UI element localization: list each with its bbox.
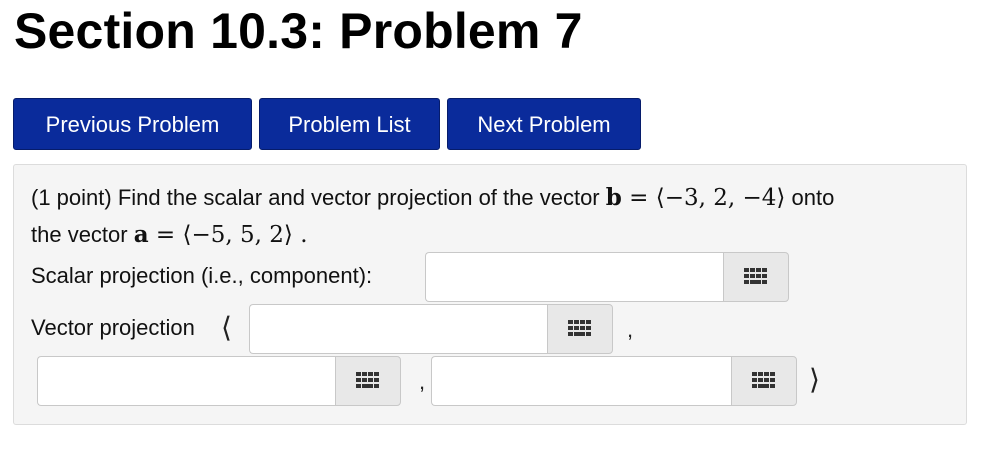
problem-onto: onto bbox=[785, 185, 835, 210]
problem-line2-prefix: the vector bbox=[31, 222, 134, 247]
page-title: Section 10.3: Problem 7 bbox=[14, 3, 583, 59]
comma-separator: , bbox=[627, 317, 634, 342]
comma-separator: , bbox=[419, 369, 426, 394]
previous-problem-button[interactable]: Previous Problem bbox=[13, 98, 252, 150]
scalar-projection-input[interactable] bbox=[425, 252, 723, 302]
keyboard-icon bbox=[752, 372, 775, 388]
keyboard-icon bbox=[744, 268, 767, 284]
vector-y-input[interactable] bbox=[37, 356, 335, 406]
problem-intro: (1 point) Find the scalar and vector pro… bbox=[31, 185, 606, 210]
problem-list-button[interactable]: Problem List bbox=[259, 98, 440, 150]
scalar-keyboard-button[interactable] bbox=[723, 252, 789, 302]
vector-b-name: b bbox=[605, 184, 622, 211]
scalar-projection-label: Scalar projection (i.e., component): bbox=[31, 263, 373, 288]
vector-y-keyboard-button[interactable] bbox=[335, 356, 401, 406]
problem-box: (1 point) Find the scalar and vector pro… bbox=[13, 164, 967, 425]
vector-a-value: = ⟨−5, 5, 2⟩ bbox=[148, 222, 293, 248]
vector-z-input[interactable] bbox=[431, 356, 731, 406]
close-angle-bracket: ⟩ bbox=[809, 363, 820, 396]
problem-statement-line-1: (1 point) Find the scalar and vector pro… bbox=[31, 183, 834, 213]
problem-statement-line-2: the vector a = ⟨−5, 5, 2⟩ . bbox=[31, 220, 308, 250]
vector-x-keyboard-button[interactable] bbox=[547, 304, 613, 354]
vector-b-value: = ⟨−3, 2, −4⟩ bbox=[621, 185, 786, 211]
vector-x-input[interactable] bbox=[249, 304, 547, 354]
open-angle-bracket: ⟨ bbox=[221, 311, 232, 344]
keyboard-icon bbox=[568, 320, 591, 336]
keyboard-icon bbox=[356, 372, 379, 388]
next-problem-button[interactable]: Next Problem bbox=[447, 98, 641, 150]
problem-line2-suffix: . bbox=[292, 222, 308, 248]
vector-projection-label: Vector projection bbox=[31, 315, 195, 340]
page: Section 10.3: Problem 7 Previous Problem… bbox=[0, 0, 995, 449]
vector-z-keyboard-button[interactable] bbox=[731, 356, 797, 406]
vector-a-name: a bbox=[133, 221, 149, 248]
